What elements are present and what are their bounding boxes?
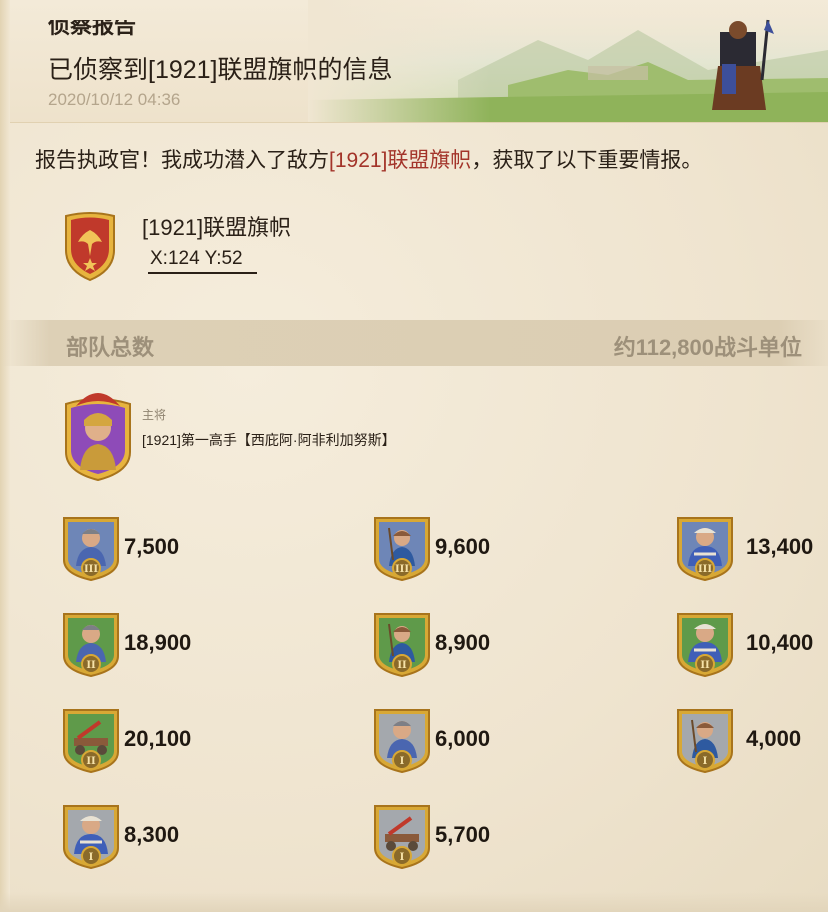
unit-entry: III 7,500 [62, 514, 322, 584]
unit-count: 18,900 [124, 630, 192, 655]
svg-text:II: II [86, 756, 96, 767]
unit-badge: I [374, 805, 430, 870]
report-panel: 侦察报告 已侦察到[1921]联盟旗帜的信息 2020/10/12 04:36 … [0, 0, 828, 912]
report-message: 报告执政官！我成功潜入了敌方[1921]联盟旗帜，获取了以下重要情报。 [35, 144, 702, 174]
unit-badge: I [374, 709, 430, 774]
unit-count: 6,000 [435, 726, 491, 751]
unit-entry: III 13,400 [676, 514, 828, 584]
unit-count: 10,400 [746, 630, 814, 655]
infantry-icon[interactable]: II [62, 610, 120, 678]
infantry-icon[interactable]: III [62, 514, 120, 582]
report-header: 侦察报告 已侦察到[1921]联盟旗帜的信息 2020/10/12 04:36 [10, 0, 828, 123]
troop-total-label: 部队总数 [66, 335, 155, 360]
report-heading: 已侦察到[1921]联盟旗帜的信息 [48, 56, 393, 84]
unit-badge: III [63, 517, 119, 582]
commander-portrait-icon[interactable] [62, 386, 134, 482]
svg-text:I: I [400, 756, 405, 767]
svg-text:III: III [395, 564, 409, 575]
archer-icon[interactable]: I [676, 706, 734, 774]
svg-text:II: II [397, 660, 407, 671]
cavalry-icon[interactable]: II [676, 610, 734, 678]
commander-role-label: 主将 [142, 408, 167, 422]
unit-badge: II [63, 613, 119, 678]
unit-count: 5,700 [435, 822, 491, 847]
unit-badge: II [63, 709, 119, 774]
unit-badge: I [63, 805, 119, 870]
svg-text:I: I [703, 756, 708, 767]
unit-badge: I [677, 709, 733, 774]
unit-count: 7,500 [124, 534, 180, 559]
unit-badge: III [374, 517, 430, 582]
siege-icon[interactable]: I [373, 802, 431, 870]
cavalry-icon[interactable]: I [62, 802, 120, 870]
unit-entry: II 10,400 [676, 610, 828, 680]
svg-text:I: I [400, 852, 405, 863]
bottom-fade [0, 892, 828, 912]
commander-name: [1921]第一高手【西庇阿·阿非利加努斯】 [142, 432, 396, 448]
unit-count: 9,600 [435, 534, 491, 559]
infantry-icon[interactable]: I [373, 706, 431, 774]
unit-entry: I 6,000 [373, 706, 633, 776]
svg-text:III: III [698, 564, 712, 575]
unit-count: 4,000 [746, 726, 802, 751]
unit-badge: II [374, 613, 430, 678]
unit-entry: I 5,700 [373, 802, 633, 872]
message-prefix: 报告执政官！我成功潜入了敌方 [35, 149, 329, 172]
svg-text:I: I [89, 852, 94, 863]
coordinates-link[interactable]: X:124 Y:52 [148, 248, 257, 274]
message-target-link[interactable]: [1921]联盟旗帜 [329, 149, 471, 172]
unit-count: 13,400 [746, 534, 814, 559]
unit-count: 8,900 [435, 630, 491, 655]
archer-icon[interactable]: III [373, 514, 431, 582]
unit-entry: I 8,300 [62, 802, 322, 872]
panel-edge [0, 0, 10, 912]
archer-icon[interactable]: II [373, 610, 431, 678]
troop-total-value: 约112,800战斗单位 [613, 335, 802, 360]
unit-count: 8,300 [124, 822, 180, 847]
unit-badge: III [677, 517, 733, 582]
unit-count: 20,100 [124, 726, 192, 751]
unit-entry: II 18,900 [62, 610, 322, 680]
unit-entry: II 8,900 [373, 610, 633, 680]
svg-text:II: II [86, 660, 96, 671]
message-suffix: ，获取了以下重要情报。 [471, 149, 703, 172]
alliance-name: [1921]联盟旗帜 [142, 215, 292, 240]
svg-text:II: II [700, 660, 710, 671]
siege-icon[interactable]: II [62, 706, 120, 774]
unit-entry: I 4,000 [676, 706, 828, 776]
unit-entry: III 9,600 [373, 514, 633, 584]
report-timestamp: 2020/10/12 04:36 [48, 90, 181, 109]
cavalry-icon[interactable]: III [676, 514, 734, 582]
svg-text:III: III [84, 564, 98, 575]
report-type-title: 侦察报告 [48, 20, 137, 38]
unit-badge: II [677, 613, 733, 678]
unit-entry: II 20,100 [62, 706, 322, 776]
alliance-crest-icon [65, 212, 115, 282]
